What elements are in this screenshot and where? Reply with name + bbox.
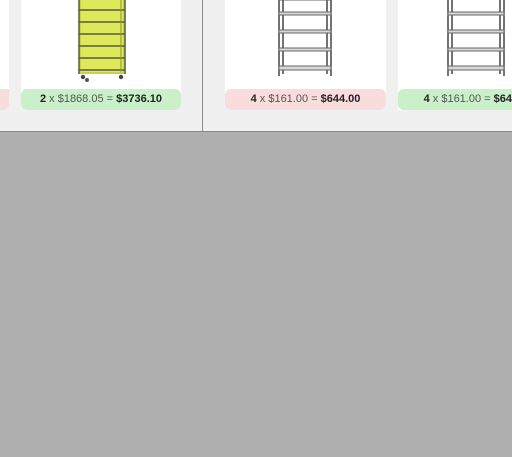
times-sign: x	[432, 93, 439, 105]
section-divider	[202, 0, 203, 131]
total-price: $3736.10	[116, 93, 163, 105]
product-image	[225, 0, 386, 89]
quantity: 4	[250, 93, 257, 105]
equals-sign: =	[311, 93, 318, 105]
quantity: 4	[423, 93, 430, 105]
equals-sign: =	[106, 93, 114, 105]
equals-sign: =	[484, 93, 491, 105]
unit-price: $161.00	[441, 93, 482, 105]
unit-price: $1868.05	[57, 93, 104, 105]
product-card-strip: 2 x $1868.05 = $3736.10 4 x $161.00 = $6…	[0, 0, 512, 132]
bookshelf-icon	[78, 0, 126, 82]
product-card[interactable]: 4 x $161.00 = $644.00	[398, 0, 512, 110]
times-sign: x	[259, 93, 266, 105]
total-price: $644.00	[493, 93, 512, 105]
empty-backdrop	[0, 132, 512, 457]
total-price: $644.00	[320, 93, 361, 105]
price-summary: 4 x $161.00 = $644.00	[225, 89, 386, 110]
product-image	[398, 0, 512, 89]
product-image	[21, 0, 181, 89]
product-card[interactable]: 2 x $1868.05 = $3736.10	[21, 0, 181, 110]
shelving-unit-icon	[447, 0, 505, 76]
shelving-unit-icon	[278, 0, 332, 76]
partial-product-card[interactable]	[0, 0, 9, 110]
partial-price-bar	[0, 89, 9, 110]
price-summary: 2 x $1868.05 = $3736.10	[21, 89, 181, 110]
price-summary: 4 x $161.00 = $644.00	[398, 89, 512, 110]
unit-price: $161.00	[268, 93, 309, 105]
product-card[interactable]: 4 x $161.00 = $644.00	[225, 0, 386, 110]
quantity: 2	[39, 93, 47, 105]
times-sign: x	[49, 93, 55, 105]
